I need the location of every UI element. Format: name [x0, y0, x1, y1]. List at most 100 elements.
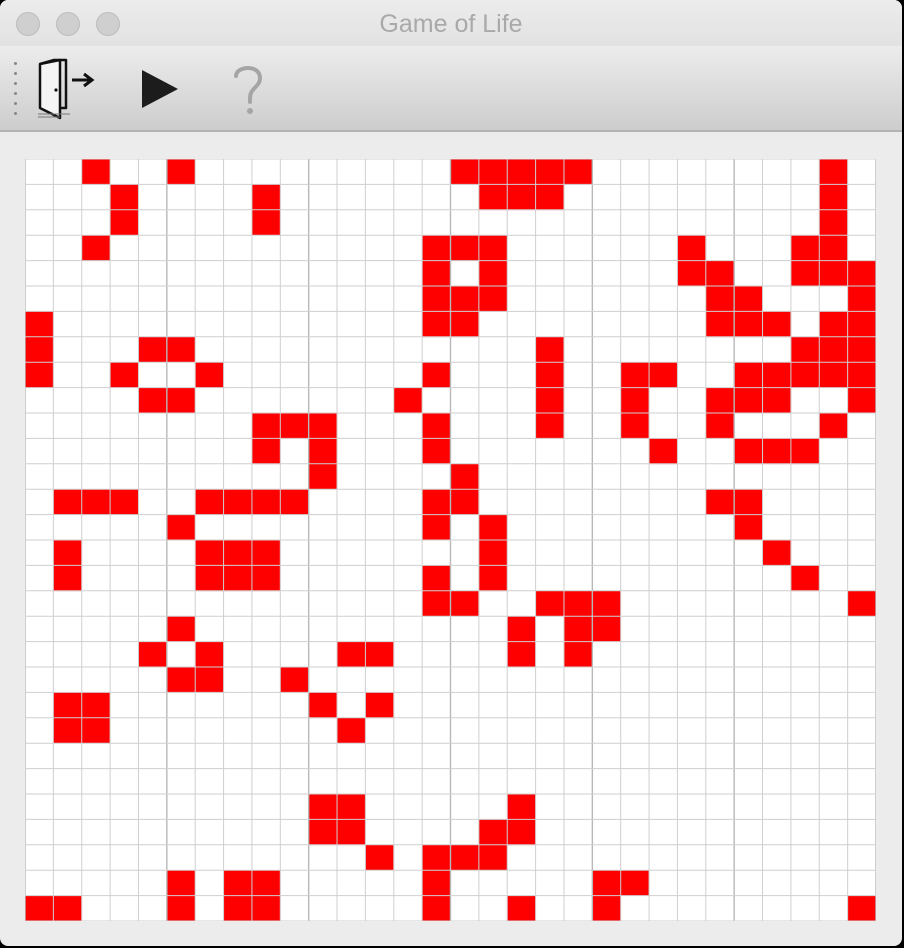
live-cell[interactable]: [280, 413, 309, 439]
live-cell[interactable]: [762, 387, 792, 414]
life-board[interactable]: [25, 159, 876, 921]
live-cell[interactable]: [762, 438, 792, 465]
live-cell[interactable]: [138, 336, 168, 363]
live-cell[interactable]: [847, 286, 876, 312]
live-cell[interactable]: [478, 565, 508, 592]
exit-button[interactable]: [30, 56, 100, 122]
live-cell[interactable]: [734, 489, 763, 515]
live-cell[interactable]: [790, 235, 820, 261]
live-cell[interactable]: [110, 184, 139, 211]
live-cell[interactable]: [478, 514, 508, 541]
live-cell[interactable]: [110, 362, 139, 388]
live-cell[interactable]: [337, 717, 366, 744]
live-cell[interactable]: [195, 641, 224, 668]
live-cell[interactable]: [251, 895, 281, 921]
live-cell[interactable]: [649, 438, 678, 465]
live-cell[interactable]: [251, 565, 281, 592]
live-cell[interactable]: [308, 463, 338, 490]
live-cell[interactable]: [81, 717, 111, 744]
live-cell[interactable]: [705, 387, 735, 414]
live-cell[interactable]: [25, 336, 54, 363]
live-cell[interactable]: [620, 870, 650, 896]
live-cell[interactable]: [53, 692, 83, 719]
live-cell[interactable]: [422, 489, 451, 515]
live-cell[interactable]: [592, 870, 621, 896]
live-cell[interactable]: [563, 159, 593, 185]
live-cell[interactable]: [563, 590, 593, 617]
live-cell[interactable]: [422, 362, 451, 388]
live-cell[interactable]: [535, 413, 565, 439]
live-cell[interactable]: [337, 819, 366, 846]
live-cell[interactable]: [223, 565, 253, 592]
live-cell[interactable]: [790, 260, 820, 287]
live-cell[interactable]: [592, 895, 621, 921]
live-cell[interactable]: [251, 413, 281, 439]
live-cell[interactable]: [422, 311, 451, 338]
live-cell[interactable]: [280, 489, 309, 515]
live-cell[interactable]: [478, 159, 508, 185]
live-cell[interactable]: [705, 260, 735, 287]
live-cell[interactable]: [308, 692, 338, 719]
live-cell[interactable]: [507, 616, 536, 642]
live-cell[interactable]: [847, 260, 876, 287]
live-cell[interactable]: [422, 870, 451, 896]
live-cell[interactable]: [422, 844, 451, 871]
live-cell[interactable]: [166, 895, 196, 921]
live-cell[interactable]: [705, 311, 735, 338]
live-cell[interactable]: [251, 870, 281, 896]
live-cell[interactable]: [308, 794, 338, 820]
live-cell[interactable]: [790, 336, 820, 363]
live-cell[interactable]: [110, 489, 139, 515]
live-cell[interactable]: [53, 565, 83, 592]
live-cell[interactable]: [81, 692, 111, 719]
live-cell[interactable]: [847, 590, 876, 617]
live-cell[interactable]: [422, 514, 451, 541]
live-cell[interactable]: [223, 870, 253, 896]
live-cell[interactable]: [478, 844, 508, 871]
live-cell[interactable]: [535, 336, 565, 363]
live-cell[interactable]: [819, 235, 848, 261]
live-cell[interactable]: [478, 184, 508, 211]
live-cell[interactable]: [620, 362, 650, 388]
cell-grid[interactable]: [25, 159, 876, 921]
live-cell[interactable]: [138, 387, 168, 414]
live-cell[interactable]: [507, 895, 536, 921]
live-cell[interactable]: [620, 387, 650, 414]
live-cell[interactable]: [195, 489, 224, 515]
live-cell[interactable]: [450, 286, 480, 312]
live-cell[interactable]: [790, 362, 820, 388]
live-cell[interactable]: [53, 489, 83, 515]
live-cell[interactable]: [251, 209, 281, 236]
help-button[interactable]: [214, 56, 284, 122]
live-cell[interactable]: [450, 311, 480, 338]
live-cell[interactable]: [195, 565, 224, 592]
live-cell[interactable]: [478, 819, 508, 846]
live-cell[interactable]: [365, 641, 395, 668]
live-cell[interactable]: [308, 438, 338, 465]
live-cell[interactable]: [620, 413, 650, 439]
live-cell[interactable]: [365, 844, 395, 871]
live-cell[interactable]: [705, 489, 735, 515]
live-cell[interactable]: [563, 616, 593, 642]
live-cell[interactable]: [734, 387, 763, 414]
title-bar[interactable]: Game of Life: [0, 0, 902, 46]
live-cell[interactable]: [450, 590, 480, 617]
play-button[interactable]: [125, 56, 195, 122]
live-cell[interactable]: [223, 489, 253, 515]
live-cell[interactable]: [819, 413, 848, 439]
live-cell[interactable]: [25, 311, 54, 338]
live-cell[interactable]: [422, 565, 451, 592]
live-cell[interactable]: [110, 209, 139, 236]
live-cell[interactable]: [195, 540, 224, 566]
live-cell[interactable]: [337, 794, 366, 820]
live-cell[interactable]: [166, 514, 196, 541]
live-cell[interactable]: [507, 641, 536, 668]
live-cell[interactable]: [138, 641, 168, 668]
live-cell[interactable]: [450, 235, 480, 261]
live-cell[interactable]: [450, 463, 480, 490]
live-cell[interactable]: [365, 692, 395, 719]
live-cell[interactable]: [507, 819, 536, 846]
live-cell[interactable]: [847, 895, 876, 921]
live-cell[interactable]: [251, 540, 281, 566]
live-cell[interactable]: [166, 387, 196, 414]
